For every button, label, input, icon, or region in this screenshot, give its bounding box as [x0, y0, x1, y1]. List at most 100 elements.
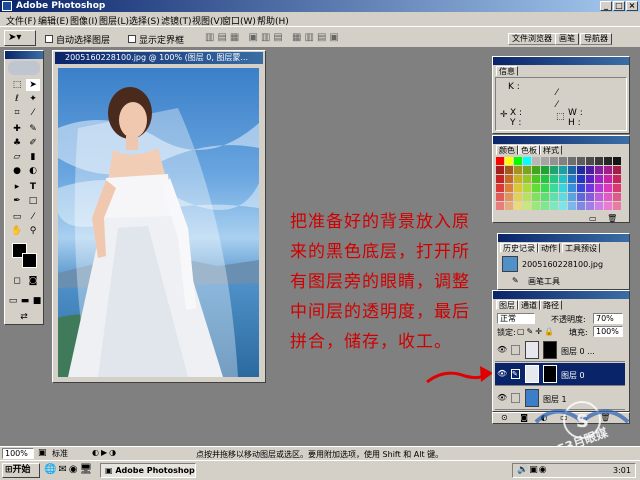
color-swatch[interactable] — [541, 193, 549, 201]
close-button[interactable]: × — [626, 1, 638, 11]
link-toggle[interactable] — [511, 393, 520, 403]
color-swatch[interactable] — [496, 202, 504, 210]
color-swatch[interactable] — [550, 202, 558, 210]
tab-swatches[interactable]: 色板 — [518, 145, 540, 155]
color-swatch[interactable] — [568, 202, 576, 210]
lock-buttons[interactable]: ▢✎✛🔒 — [517, 327, 556, 336]
color-swatch[interactable] — [541, 175, 549, 183]
color-swatch[interactable] — [604, 202, 612, 210]
quick-mask-icon[interactable]: ◙ — [26, 275, 40, 287]
move-tool-preset-button[interactable]: ➤▾ — [4, 30, 36, 46]
tab-info[interactable]: 信息 — [496, 66, 518, 76]
tab-brushes[interactable]: 画笔 — [555, 33, 579, 45]
brush-indicator-icon[interactable]: ✎ — [511, 369, 520, 379]
history-step[interactable]: 画笔工具 — [528, 276, 560, 287]
color-swatch[interactable] — [523, 157, 531, 165]
color-swatch[interactable] — [559, 175, 567, 183]
color-swatch[interactable] — [550, 157, 558, 165]
history-brush-icon[interactable]: ✐ — [26, 137, 40, 149]
taskbar-app-button[interactable]: ▣ Adobe Photoshop — [100, 463, 196, 478]
maximize-button[interactable]: □ — [613, 1, 625, 11]
gradient-tool-icon[interactable]: ▮ — [26, 151, 40, 163]
zoom-tool-icon[interactable]: ⚲ — [26, 225, 40, 237]
color-swatch[interactable] — [604, 166, 612, 174]
color-swatch[interactable] — [577, 202, 585, 210]
color-swatch[interactable] — [505, 193, 513, 201]
color-swatch[interactable] — [568, 193, 576, 201]
color-swatch[interactable] — [514, 184, 522, 192]
minimize-button[interactable]: _ — [600, 1, 612, 11]
eye-icon[interactable]: 👁 — [497, 394, 507, 402]
color-swatch[interactable] — [541, 157, 549, 165]
snapshot-thumbnail[interactable] — [502, 256, 518, 272]
tab-actions[interactable]: 动作 — [538, 243, 560, 253]
color-swatch[interactable] — [595, 157, 603, 165]
color-swatch[interactable] — [496, 184, 504, 192]
swatch-grid[interactable] — [496, 157, 621, 213]
color-swatch[interactable] — [532, 184, 540, 192]
start-button[interactable]: ⊞开始 — [2, 463, 40, 478]
color-swatch[interactable] — [577, 175, 585, 183]
color-swatch[interactable] — [568, 166, 576, 174]
color-swatch[interactable] — [532, 193, 540, 201]
path-select-icon[interactable]: ▸ — [10, 181, 24, 193]
color-swatch[interactable] — [505, 157, 513, 165]
color-swatch[interactable] — [604, 157, 612, 165]
color-swatch[interactable] — [505, 184, 513, 192]
color-swatch[interactable] — [604, 175, 612, 183]
color-swatch[interactable] — [523, 166, 531, 174]
color-swatch[interactable] — [577, 157, 585, 165]
swatches-panel-title-bar[interactable] — [493, 136, 629, 144]
dodge-tool-icon[interactable]: ◐ — [26, 165, 40, 177]
tab-file-browser[interactable]: 文件浏览器 — [508, 33, 556, 45]
color-swatch[interactable] — [532, 202, 540, 210]
align-buttons[interactable]: ▥▤▦ ▣▥▤ ▦▥▤▣ — [205, 32, 342, 43]
hand-tool-icon[interactable]: ✋ — [10, 225, 24, 237]
color-swatch[interactable] — [613, 175, 621, 183]
color-swatch[interactable] — [532, 175, 540, 183]
layer-row[interactable]: 👁 图层 0 ... — [495, 339, 625, 362]
color-swatch[interactable] — [496, 175, 504, 183]
color-swatch[interactable] — [514, 193, 522, 201]
color-swatch[interactable] — [586, 193, 594, 201]
color-swatch[interactable] — [595, 175, 603, 183]
color-swatch[interactable] — [523, 193, 531, 201]
color-swatch[interactable] — [514, 157, 522, 165]
color-swatch[interactable] — [514, 202, 522, 210]
color-swatch[interactable] — [613, 193, 621, 201]
color-swatch[interactable] — [577, 193, 585, 201]
tab-color[interactable]: 颜色 — [496, 145, 518, 155]
info-panel-title-bar[interactable] — [493, 57, 629, 65]
color-swatch[interactable] — [514, 175, 522, 183]
color-swatch[interactable] — [559, 184, 567, 192]
color-swatch[interactable] — [541, 184, 549, 192]
clone-stamp-icon[interactable]: ♣ — [10, 137, 24, 149]
color-swatch[interactable] — [505, 166, 513, 174]
color-swatch[interactable] — [505, 175, 513, 183]
color-swatch[interactable] — [496, 157, 504, 165]
tray-icons[interactable]: 🔊▣◉ — [517, 464, 548, 477]
layers-panel-title-bar[interactable] — [493, 291, 629, 299]
color-swatch[interactable] — [532, 166, 540, 174]
color-swatch[interactable] — [586, 166, 594, 174]
type-tool-icon[interactable]: T — [26, 181, 40, 193]
auto-select-checkbox[interactable] — [45, 35, 53, 43]
color-swatch[interactable] — [550, 184, 558, 192]
color-swatch[interactable] — [568, 184, 576, 192]
history-snapshot-name[interactable]: 2005160228100.jpg — [522, 260, 603, 269]
color-swatch[interactable] — [586, 157, 594, 165]
color-swatch[interactable] — [550, 175, 558, 183]
color-swatch[interactable] — [613, 166, 621, 174]
color-swatch[interactable] — [496, 193, 504, 201]
color-swatch[interactable] — [586, 175, 594, 183]
color-swatch[interactable] — [541, 166, 549, 174]
color-swatch[interactable] — [577, 184, 585, 192]
notes-tool-icon[interactable]: ▭ — [10, 211, 24, 223]
tab-tool-presets[interactable]: 工具预设 — [562, 243, 600, 253]
color-swatch[interactable] — [514, 166, 522, 174]
eye-icon[interactable]: 👁 — [497, 370, 507, 378]
pen-tool-icon[interactable]: ✒ — [10, 195, 24, 207]
link-toggle[interactable] — [511, 345, 520, 355]
jump-to-imageready-icon[interactable]: ⇄ — [17, 311, 31, 323]
color-swatch[interactable] — [559, 193, 567, 201]
